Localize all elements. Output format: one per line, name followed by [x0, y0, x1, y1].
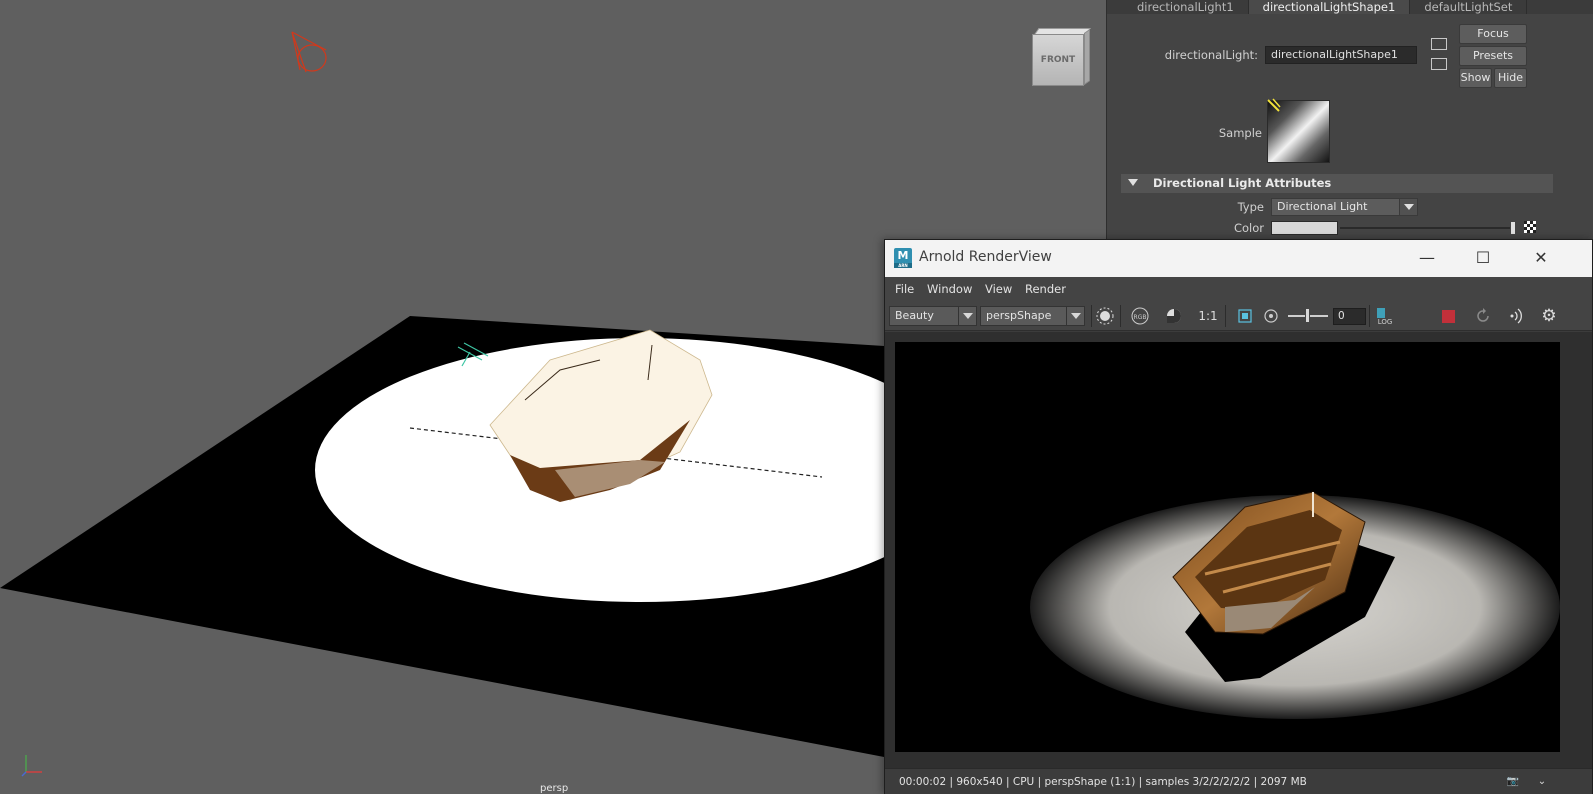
- log-icon[interactable]: LOG: [1374, 306, 1396, 326]
- settings-gear-icon[interactable]: ⚙: [1538, 306, 1560, 326]
- refresh-render-icon[interactable]: [1472, 306, 1494, 326]
- maya-workspace: FRONT persp directionalLight1 directiona…: [0, 0, 1593, 794]
- svg-text:LOG: LOG: [1378, 318, 1393, 326]
- section-title: Directional Light Attributes: [1153, 176, 1332, 190]
- render-region-icon[interactable]: [1094, 306, 1116, 326]
- chevron-down-icon[interactable]: ⌄: [1531, 772, 1553, 792]
- color-slider-track[interactable]: [1340, 227, 1516, 229]
- hide-button[interactable]: Hide: [1494, 68, 1527, 88]
- input-connection-icon[interactable]: [1431, 38, 1447, 50]
- alpha-channel-icon[interactable]: [1163, 306, 1185, 326]
- arnold-renderview-window[interactable]: M ARN Arnold RenderView — ☐ ✕ File Windo…: [884, 239, 1593, 794]
- maya-arnold-logo-icon: M ARN: [894, 248, 912, 268]
- color-swatch[interactable]: [1271, 221, 1338, 235]
- axis-gizmo-icon: [21, 755, 42, 777]
- crop-region-icon[interactable]: [1234, 306, 1256, 326]
- svg-text:RGB: RGB: [1134, 314, 1147, 321]
- exposure-icon[interactable]: [1260, 306, 1282, 326]
- rgb-channel-icon[interactable]: RGB: [1129, 306, 1151, 326]
- render-canvas-area[interactable]: [885, 332, 1592, 768]
- chevron-down-icon[interactable]: [1399, 199, 1417, 215]
- sample-label: Sample: [1218, 126, 1262, 140]
- light-type-value: Directional Light: [1277, 200, 1368, 213]
- menu-file[interactable]: File: [895, 282, 914, 296]
- attribute-editor-tabs: directionalLight1 directionalLightShape1…: [1107, 0, 1593, 14]
- focus-button[interactable]: Focus: [1459, 24, 1527, 44]
- collapse-triangle-icon[interactable]: [1128, 179, 1138, 186]
- renderview-toolbar: Beauty perspShape RGB 1:1 0 LOG ⚙: [885, 301, 1592, 331]
- window-titlebar[interactable]: M ARN Arnold RenderView — ☐ ✕: [885, 240, 1592, 277]
- close-icon[interactable]: ✕: [1527, 246, 1555, 270]
- light-arrow-icon: [1267, 98, 1281, 112]
- viewcube-side[interactable]: [1084, 28, 1090, 86]
- menu-render[interactable]: Render: [1025, 282, 1066, 296]
- directional-light-attributes-section[interactable]: Directional Light Attributes: [1121, 174, 1553, 193]
- tab-directionallightshape1[interactable]: directionalLightShape1: [1248, 0, 1411, 14]
- render-status-text: 00:00:02 | 960x540 | CPU | perspShape (1…: [899, 776, 1307, 788]
- camera-name-label: persp: [540, 783, 569, 794]
- viewcube-front-face[interactable]: FRONT: [1032, 34, 1084, 86]
- stop-render-button[interactable]: [1442, 310, 1455, 323]
- color-label: Color: [1233, 221, 1264, 235]
- snapshot-camera-icon[interactable]: 📷: [1502, 772, 1524, 792]
- menu-view[interactable]: View: [985, 282, 1012, 296]
- aov-value: Beauty: [895, 309, 934, 322]
- ipr-icon[interactable]: [1505, 306, 1527, 326]
- color-slider-handle[interactable]: [1510, 221, 1516, 235]
- toolbar-separator: [1120, 305, 1121, 327]
- node-type-label: directionalLight:: [1164, 48, 1258, 62]
- toolbar-separator: [1369, 305, 1370, 327]
- render-output: [1030, 491, 1560, 719]
- maximize-icon[interactable]: ☐: [1469, 246, 1497, 270]
- minimize-icon[interactable]: —: [1413, 246, 1441, 270]
- menu-bar: File Window View Render: [885, 277, 1592, 301]
- one-to-one-zoom-button[interactable]: 1:1: [1197, 306, 1219, 326]
- chevron-down-icon[interactable]: [958, 307, 976, 325]
- node-name-field[interactable]: directionalLightShape1: [1265, 46, 1417, 64]
- aov-dropdown[interactable]: Beauty: [889, 306, 977, 326]
- toolbar-separator: [1091, 305, 1092, 327]
- menu-window[interactable]: Window: [927, 282, 972, 296]
- camera-value: perspShape: [986, 309, 1052, 322]
- status-bar: 00:00:02 | 960x540 | CPU | perspShape (1…: [885, 768, 1592, 794]
- toolbar-separator: [1225, 305, 1226, 327]
- camera-dropdown[interactable]: perspShape: [980, 306, 1085, 326]
- rendered-image[interactable]: [895, 342, 1560, 752]
- show-button[interactable]: Show: [1459, 68, 1492, 88]
- window-title: Arnold RenderView: [919, 249, 1052, 265]
- viewcube[interactable]: FRONT: [1032, 28, 1091, 86]
- type-label: Type: [1237, 200, 1264, 214]
- presets-button[interactable]: Presets: [1459, 46, 1527, 66]
- output-connection-icon[interactable]: [1431, 58, 1447, 70]
- tab-directionallight1[interactable]: directionalLight1: [1123, 0, 1249, 14]
- exposure-slider-handle[interactable]: [1305, 308, 1310, 323]
- chevron-down-icon[interactable]: [1066, 307, 1084, 325]
- texture-map-checker-icon[interactable]: [1524, 221, 1536, 233]
- light-type-dropdown[interactable]: Directional Light: [1271, 198, 1418, 216]
- camera-gizmo: [291, 31, 327, 73]
- tab-defaultlightset[interactable]: defaultLightSet: [1410, 0, 1528, 14]
- exposure-value-field[interactable]: 0: [1333, 308, 1366, 325]
